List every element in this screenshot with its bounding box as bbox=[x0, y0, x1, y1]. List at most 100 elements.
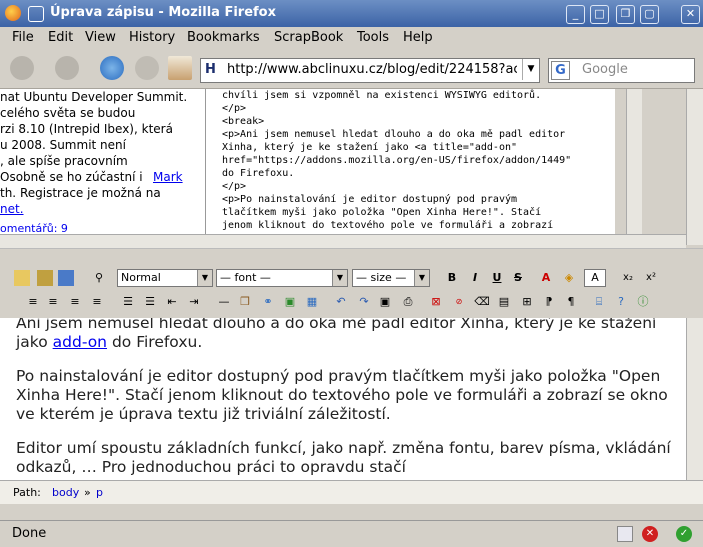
source-textarea[interactable]: chvíli jsem si vzpomněl na existenci WYS… bbox=[205, 89, 615, 234]
strikethrough-button[interactable]: S bbox=[510, 270, 526, 286]
search-engine-icon[interactable]: G bbox=[551, 61, 570, 80]
color-preview[interactable]: A bbox=[584, 269, 606, 287]
redo-icon[interactable]: ↷ bbox=[356, 294, 372, 310]
search-box[interactable]: G Google bbox=[548, 58, 695, 83]
text-color-icon[interactable]: A bbox=[538, 270, 554, 286]
align-left-icon[interactable]: ≡ bbox=[25, 294, 41, 310]
sidebar-line: nat Ubuntu Developer Summit. bbox=[0, 90, 188, 104]
menu-view[interactable]: View bbox=[85, 30, 116, 45]
mark-link[interactable]: Mark bbox=[153, 169, 183, 185]
page-vertical-scrollbar[interactable] bbox=[686, 89, 703, 245]
sidebar-line: rzi 8.10 (Intrepid Ibex), která bbox=[0, 122, 173, 136]
reload-icon[interactable] bbox=[100, 56, 124, 80]
menu-edit[interactable]: Edit bbox=[48, 30, 73, 45]
url-dropdown-icon[interactable]: ▼ bbox=[522, 59, 539, 80]
home-icon[interactable] bbox=[168, 56, 192, 80]
forward-arrow-icon[interactable] bbox=[55, 56, 79, 80]
font-select-value: — font — bbox=[220, 271, 271, 284]
path-body[interactable]: body bbox=[52, 486, 79, 499]
firefox-icon bbox=[5, 5, 21, 21]
sidebar-line: , ale spíše pracovním bbox=[0, 154, 128, 168]
page-horizontal-scrollbar[interactable] bbox=[0, 234, 686, 248]
about-icon[interactable]: ⓘ bbox=[635, 294, 651, 310]
unordered-list-icon[interactable]: ☰ bbox=[142, 294, 158, 310]
insert-table-icon[interactable]: ▦ bbox=[304, 294, 320, 310]
insert-link-icon[interactable]: ⚭ bbox=[260, 294, 276, 310]
comments-link[interactable]: omentářů: 9 bbox=[0, 221, 68, 234]
source-line: <p>Po nainstalování je editor dostupný p… bbox=[222, 194, 518, 205]
underline-button[interactable]: U bbox=[489, 270, 505, 286]
menu-bar: File Edit View History Bookmarks ScrapBo… bbox=[0, 27, 703, 48]
format-select[interactable]: Normal ▼ bbox=[117, 269, 213, 287]
maximize-editor-icon[interactable] bbox=[37, 270, 53, 286]
restore-button[interactable]: ❐ bbox=[616, 5, 635, 24]
shade-button[interactable]: □ bbox=[590, 5, 609, 24]
help-icon[interactable]: ? bbox=[613, 294, 629, 310]
html-mode-icon[interactable] bbox=[58, 270, 74, 286]
ok-icon[interactable]: ✓ bbox=[676, 526, 692, 542]
page-icon[interactable] bbox=[617, 526, 633, 542]
window-title: Úprava zápisu - Mozilla Firefox bbox=[50, 5, 276, 20]
add-on-link[interactable]: add-on bbox=[53, 333, 107, 351]
italic-button[interactable]: I bbox=[467, 270, 483, 286]
select-all-icon[interactable]: ▣ bbox=[377, 294, 393, 310]
source-vertical-scrollbar[interactable] bbox=[626, 89, 642, 234]
source-line: href="https://addons.mozilla.org/en-US/f… bbox=[222, 155, 572, 166]
background-color-icon[interactable]: ◈ bbox=[561, 270, 577, 286]
menu-bookmarks[interactable]: Bookmarks bbox=[187, 30, 260, 45]
menu-help[interactable]: Help bbox=[403, 30, 433, 45]
source-code-icon[interactable]: ⌸ bbox=[591, 294, 607, 310]
maximize-button[interactable]: ▢ bbox=[640, 5, 659, 24]
menu-tools[interactable]: Tools bbox=[357, 30, 389, 45]
path-separator: » bbox=[84, 486, 91, 499]
clean-word-icon[interactable]: ⊠ bbox=[428, 294, 444, 310]
print-icon[interactable]: ⎙ bbox=[400, 294, 416, 310]
status-bar: Done ✕ ✓ bbox=[0, 520, 703, 547]
undo-icon[interactable]: ↶ bbox=[333, 294, 349, 310]
picture-icon[interactable]: ▣ bbox=[282, 294, 298, 310]
back-arrow-icon[interactable] bbox=[10, 56, 34, 80]
superscript-icon[interactable]: x² bbox=[643, 270, 659, 286]
navigation-toolbar: H http://www.abclinuxu.cz/blog/edit/2241… bbox=[0, 48, 703, 89]
menu-file[interactable]: File bbox=[12, 30, 34, 45]
source-line: </p> bbox=[222, 103, 247, 114]
wysiwyg-editor[interactable]: Ani jsem nemusel hledat dlouho a do oka … bbox=[0, 318, 686, 480]
editor-scrollbar[interactable] bbox=[686, 318, 703, 480]
size-select[interactable]: — size — ▼ bbox=[352, 269, 430, 287]
align-justify-icon[interactable]: ≡ bbox=[89, 294, 105, 310]
menu-scrapbook[interactable]: ScrapBook bbox=[274, 30, 343, 45]
error-icon[interactable]: ✕ bbox=[642, 526, 658, 542]
horizontal-rule-icon[interactable]: — bbox=[216, 294, 232, 310]
url-bar[interactable]: H http://www.abclinuxu.cz/blog/edit/2241… bbox=[200, 58, 540, 83]
search-placeholder[interactable]: Google bbox=[582, 62, 628, 77]
close-button[interactable]: ✕ bbox=[681, 5, 700, 24]
outdent-icon[interactable]: ⇤ bbox=[164, 294, 180, 310]
fullscreen-icon[interactable]: ⊞ bbox=[519, 294, 535, 310]
right-to-left-icon[interactable]: ¶ bbox=[563, 294, 579, 310]
font-select[interactable]: — font — ▼ bbox=[216, 269, 348, 287]
ordered-list-icon[interactable]: ☰ bbox=[120, 294, 136, 310]
stop-icon[interactable] bbox=[135, 56, 159, 80]
window-menu-icon[interactable] bbox=[28, 6, 44, 22]
insert-image-icon[interactable]: ❒ bbox=[237, 294, 253, 310]
bold-button[interactable]: B bbox=[444, 270, 460, 286]
edit-icon[interactable] bbox=[14, 270, 30, 286]
path-p[interactable]: p bbox=[96, 486, 103, 499]
left-to-right-icon[interactable]: ⁋ bbox=[541, 294, 557, 310]
minimize-button[interactable]: _ bbox=[566, 5, 585, 24]
indent-icon[interactable]: ⇥ bbox=[186, 294, 202, 310]
align-right-icon[interactable]: ≡ bbox=[67, 294, 83, 310]
editor-line: Ani jsem nemusel hledat dlouho a do oka … bbox=[16, 318, 657, 332]
subscript-icon[interactable]: x₂ bbox=[620, 270, 636, 286]
registration-link[interactable]: net. bbox=[0, 201, 24, 217]
url-text[interactable]: http://www.abclinuxu.cz/blog/edit/224158… bbox=[227, 62, 517, 77]
editor-line: Po nainstalování je editor dostupný pod … bbox=[16, 367, 661, 385]
chevron-down-icon: ▼ bbox=[332, 270, 347, 286]
toggle-borders-icon[interactable]: ▤ bbox=[496, 294, 512, 310]
eraser-icon[interactable]: ⌫ bbox=[474, 294, 490, 310]
remove-font-icon[interactable]: ⊘ bbox=[451, 294, 467, 310]
align-center-icon[interactable]: ≡ bbox=[45, 294, 61, 310]
sidebar-line: u 2008. Summit není bbox=[0, 138, 126, 152]
find-icon[interactable]: ⚲ bbox=[91, 270, 107, 286]
menu-history[interactable]: History bbox=[129, 30, 175, 45]
